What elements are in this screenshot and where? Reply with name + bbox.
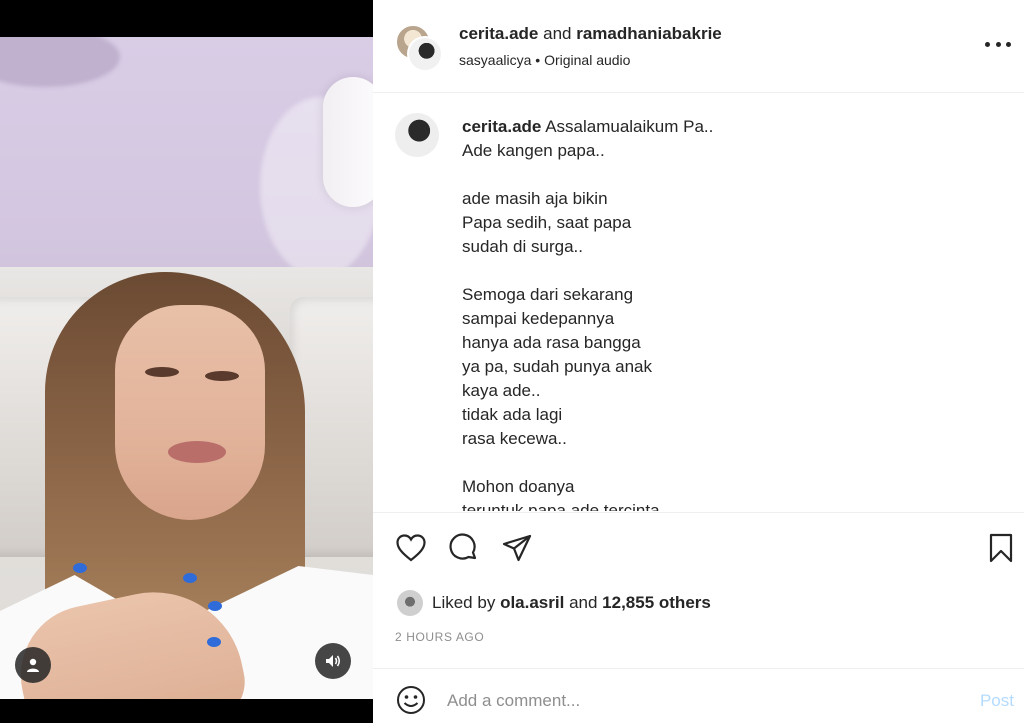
video-frame[interactable] [0,37,373,699]
post-timestamp[interactable]: 2 HOURS AGO [395,630,484,644]
likes-count-link[interactable]: 12,855 others [602,593,711,613]
caption-line: Semoga dari sekarang [462,285,634,304]
more-options-icon[interactable] [985,34,1011,54]
caption-line: teruntuk papa ade tercinta [462,501,660,511]
caption-text: cerita.ade Assalamualaikum Pa.. Ade kang… [462,115,982,511]
collab-avatars[interactable] [395,24,443,72]
nail [183,573,197,583]
subtitle-separator: • [535,52,541,68]
tagged-user-link[interactable]: sasyaalicya [459,52,531,68]
author-link[interactable]: ramadhaniabakrie [576,24,722,43]
user-tag-button[interactable] [15,647,51,683]
share-icon[interactable] [501,532,533,564]
avatar[interactable] [397,590,423,616]
comment-icon[interactable] [448,532,480,564]
caption-line [462,163,982,187]
post-media[interactable] [0,0,373,723]
person-face [115,305,265,520]
person-eye-left [145,367,179,377]
caption-line: ade masih aja bikin [462,189,608,208]
post-header: cerita.ade and ramadhaniabakrie sasyaali… [373,0,1024,93]
caption-line [462,451,982,475]
post-actions: Liked by ola.asril and 12,855 others 2 H… [373,512,1024,723]
post-authors: cerita.ade and ramadhaniabakrie [459,24,722,44]
caption-line: Assalamualaikum Pa.. [545,117,714,136]
heart-icon[interactable] [395,532,427,564]
volume-icon [326,655,341,667]
caption-line [462,259,982,283]
bookmark-icon[interactable] [985,532,1017,564]
person-eye-right [205,371,239,381]
caption-line: kaya ade.. [462,381,541,400]
avatar[interactable] [407,36,443,72]
post-details-panel: cerita.ade and ramadhaniabakrie sasyaali… [373,0,1024,723]
post-subtitle: sasyaalicya • Original audio [459,52,630,68]
liker-link[interactable]: ola.asril [500,593,564,613]
comment-bar: Add a comment... Post [373,668,1024,724]
emoji-icon[interactable] [395,684,427,716]
caption-line: Ade kangen papa.. [462,141,605,160]
author-link[interactable]: cerita.ade [459,24,538,43]
audio-link[interactable]: Original audio [544,52,630,68]
authors-connector: and [543,24,572,43]
caption-username[interactable]: cerita.ade [462,117,541,136]
lamp [323,77,373,207]
person-mouth [168,441,226,463]
volume-button[interactable] [315,643,351,679]
caption-line: rasa kecewa.. [462,429,567,448]
caption-line: Mohon doanya [462,477,575,496]
caption-line: hanya ada rasa bangga [462,333,641,352]
user-tag-icon [27,658,39,672]
likes-prefix: Liked by [432,593,496,612]
avatar[interactable] [395,113,439,157]
nail [208,601,222,611]
caption-line: ya pa, sudah punya anak [462,357,652,376]
likes-connector: and [569,593,598,612]
caption-line: Papa sedih, saat papa [462,213,632,232]
likes-summary[interactable]: Liked by ola.asril and 12,855 others [397,589,711,617]
caption-line: sampai kedepannya [462,309,615,328]
caption-line: sudah di surga.. [462,237,583,256]
caption-line: tidak ada lagi [462,405,563,424]
comment-input[interactable]: Add a comment... [447,691,580,711]
nail [73,563,87,573]
wall-shadow [0,37,120,87]
nail [207,637,221,647]
caption-area[interactable]: cerita.ade Assalamualaikum Pa.. Ade kang… [373,93,1024,511]
post-comment-button[interactable]: Post [980,691,1014,711]
